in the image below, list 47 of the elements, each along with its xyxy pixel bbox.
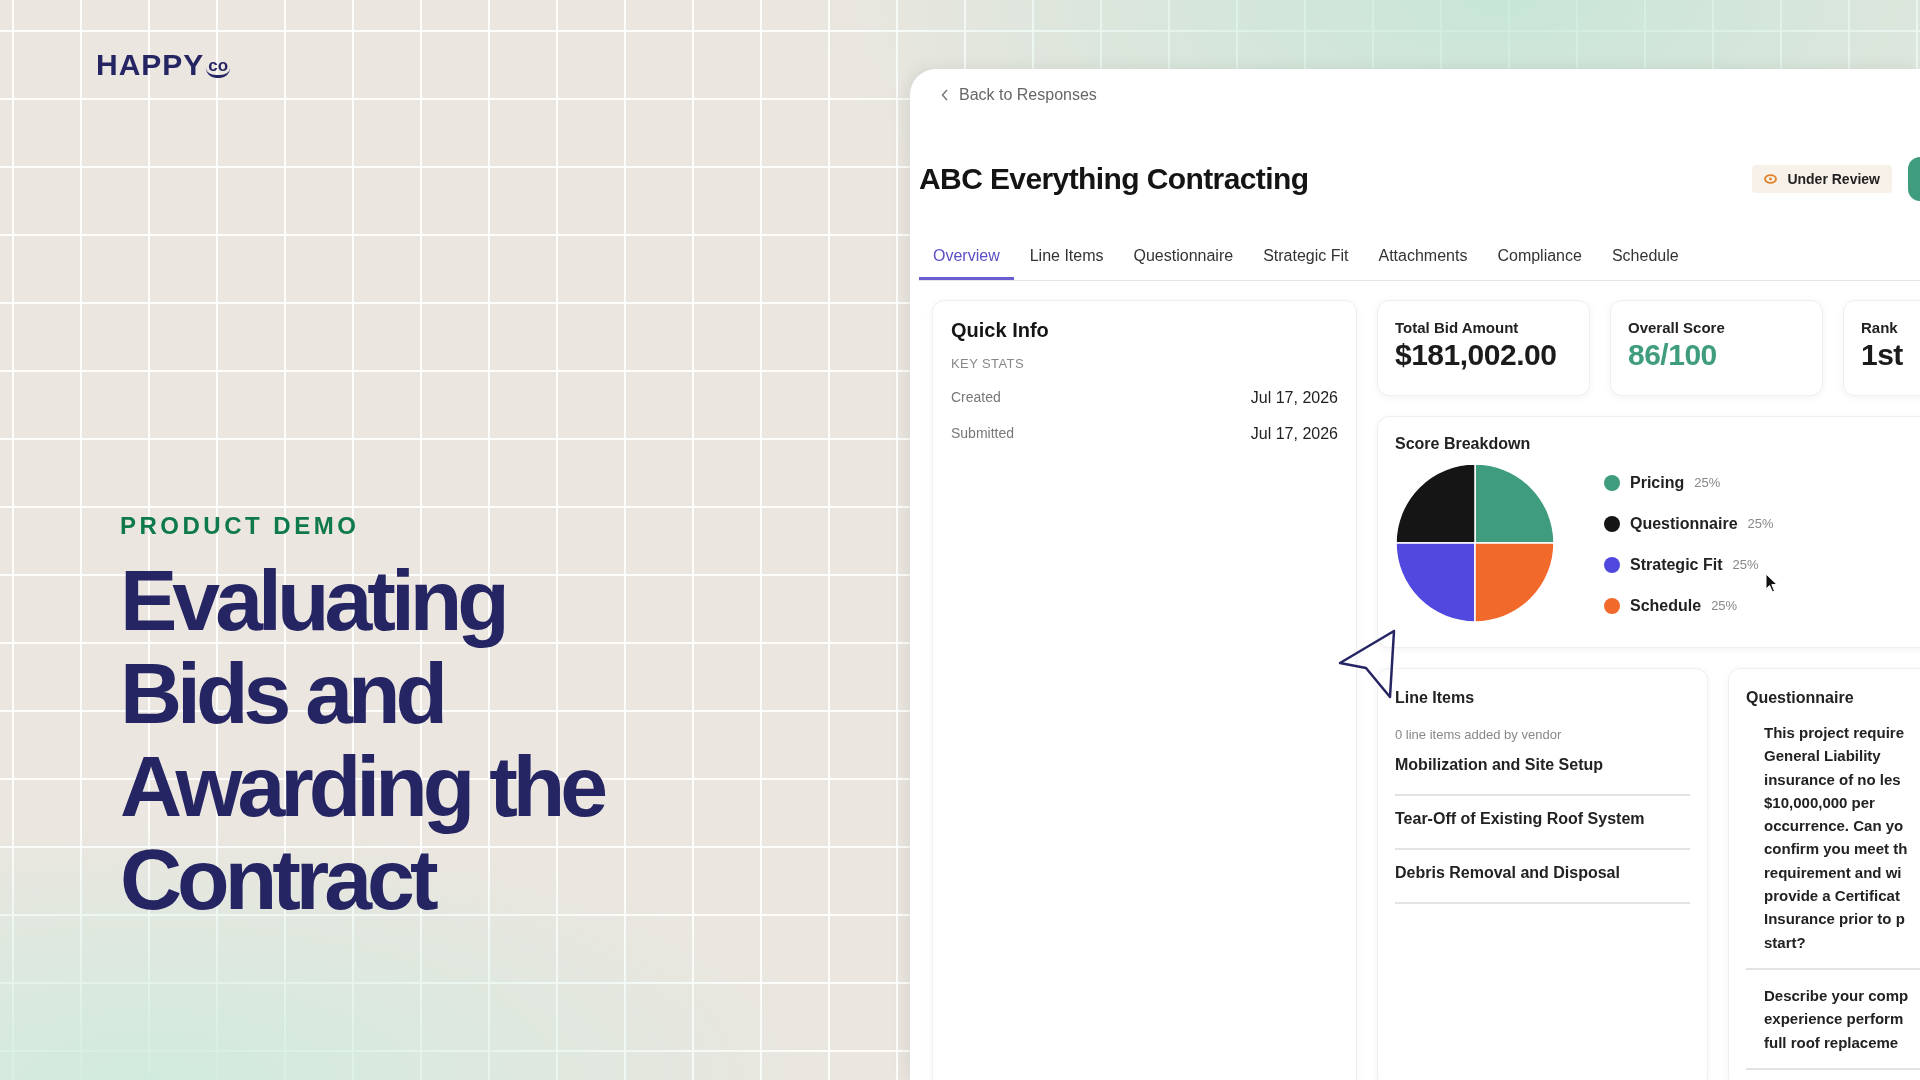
- legend-label: Schedule: [1630, 596, 1702, 615]
- legend-percent: 25%: [1711, 598, 1738, 613]
- field-label: Created: [951, 389, 1001, 407]
- chevron-left-icon: [941, 89, 949, 101]
- eyebrow-label: PRODUCT DEMO: [120, 512, 361, 540]
- stat-label: Rank: [1861, 319, 1899, 336]
- card-title: Score Breakdown: [1395, 435, 1532, 453]
- logo-mark: co: [206, 59, 231, 78]
- legend-label: Strategic Fit: [1630, 555, 1723, 574]
- legend-label: Pricing: [1630, 473, 1685, 492]
- legend-percent: 25%: [1732, 557, 1759, 572]
- status-text: Under Review: [1787, 171, 1880, 187]
- tab[interactable]: Schedule: [1597, 241, 1693, 280]
- tab[interactable]: Strategic Fit: [1249, 241, 1363, 280]
- headline: Evaluating Bids and Awarding the Contract: [120, 554, 605, 926]
- field-label: Submitted: [951, 425, 1015, 443]
- round-button[interactable]: [1908, 157, 1920, 201]
- tab[interactable]: Line Items: [1015, 241, 1118, 280]
- line-item: Mobilization and Site Setup: [1395, 756, 1690, 796]
- stat-value: 86/100: [1628, 338, 1718, 372]
- eye-icon: [1764, 174, 1778, 184]
- stat-label: Overall Score: [1628, 319, 1726, 336]
- legend-percent: 25%: [1747, 516, 1774, 531]
- field-value: Jul 17, 2026: [1250, 425, 1338, 443]
- legend-label: Questionnaire: [1630, 514, 1738, 533]
- line-item: Debris Removal and Disposal: [1395, 864, 1690, 904]
- line-item: Tear-Off of Existing Roof System: [1395, 810, 1690, 850]
- tab[interactable]: Attachments: [1364, 241, 1482, 280]
- question-text: This project require General Liability insurance of no les $10,000,000 per occurrence. Can yo confirm you meet th requirement and wi provide a Certificat Insurance prior to p start?: [1764, 723, 1909, 953]
- section-label: KEY STATS: [951, 356, 1025, 371]
- logo-wordmark: HAPPY: [96, 48, 205, 82]
- legend-percent: 25%: [1694, 475, 1721, 490]
- card-title: Questionnaire: [1746, 689, 1855, 707]
- card-title: Line Items: [1395, 689, 1476, 707]
- back-link[interactable]: Back to Responses: [941, 86, 1097, 104]
- tab[interactable]: Compliance: [1483, 241, 1596, 280]
- stat-value: 1st: [1861, 338, 1904, 372]
- card-title: Quick Info: [951, 319, 1050, 342]
- question-text: Describe your comp experience perform full roof replaceme: [1764, 985, 1910, 1053]
- mouse-cursor-icon: [1765, 573, 1779, 593]
- tab[interactable]: Overview: [919, 241, 1014, 280]
- stat-value: $181,002.00: [1395, 338, 1558, 372]
- tab[interactable]: Questionnaire: [1119, 241, 1248, 280]
- note-text: 0 line items added by vendor: [1395, 727, 1563, 742]
- vendor-title: ABC Everything Contracting: [919, 162, 1309, 196]
- stat-label: Total Bid Amount: [1395, 319, 1520, 336]
- field-value: Jul 17, 2026: [1250, 389, 1338, 407]
